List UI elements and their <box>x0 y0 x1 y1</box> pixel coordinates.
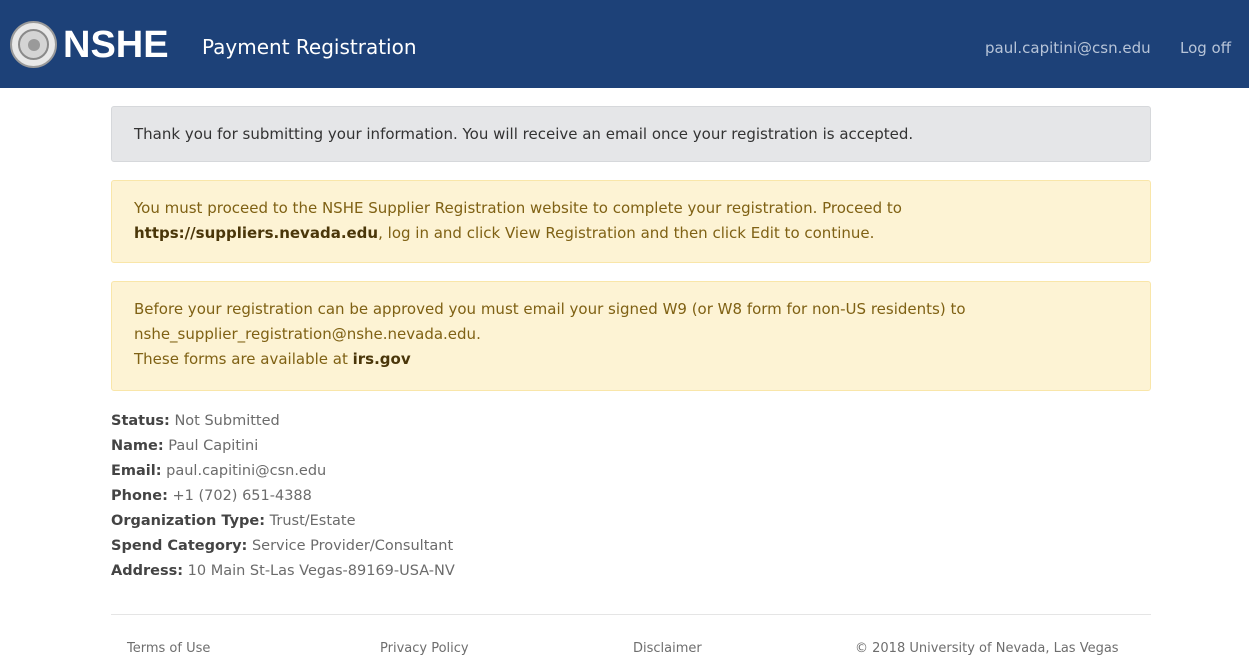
submission-info-text: Thank you for submitting your informatio… <box>134 124 914 143</box>
proceed-line-2-rest: , log in and click View Registration and… <box>378 224 875 242</box>
detail-name: Name: Paul Capitini <box>111 434 811 459</box>
detail-value: Paul Capitini <box>163 438 259 454</box>
seal-ring <box>18 29 49 60</box>
nshe-seal-logo[interactable] <box>10 21 57 68</box>
w9-email: nshe_supplier_registration@nshe.nevada.e… <box>134 325 481 343</box>
detail-label: Spend Category: <box>111 538 248 554</box>
submission-info-alert: Thank you for submitting your informatio… <box>111 106 1151 162</box>
disclaimer-link[interactable]: Disclaimer <box>633 640 702 658</box>
app-title[interactable]: Payment Registration <box>202 34 417 60</box>
detail-email: Email: paul.capitini@csn.edu <box>111 459 811 484</box>
irs-link[interactable]: irs.gov <box>353 350 411 368</box>
suppliers-link[interactable]: https://suppliers.nevada.edu <box>134 224 378 242</box>
detail-status: Status: Not Submitted <box>111 409 811 434</box>
detail-value: +1 (702) 651-4388 <box>167 488 312 504</box>
proceed-warning-alert: You must proceed to the NSHE Supplier Re… <box>111 180 1151 263</box>
detail-label: Name: <box>111 438 164 454</box>
footer-divider <box>111 614 1151 615</box>
terms-of-use-link[interactable]: Terms of Use <box>127 640 210 658</box>
proceed-line-1: You must proceed to the NSHE Supplier Re… <box>134 199 902 217</box>
detail-value: paul.capitini@csn.edu <box>161 463 327 479</box>
proceed-line-2: https://suppliers.nevada.edu, log in and… <box>134 221 1128 246</box>
detail-phone: Phone: +1 (702) 651-4388 <box>111 484 811 509</box>
detail-label: Email: <box>111 463 162 479</box>
detail-value: Trust/Estate <box>265 513 356 529</box>
detail-label: Phone: <box>111 488 168 504</box>
detail-label: Address: <box>111 563 184 579</box>
user-email-link[interactable]: paul.capitini@csn.edu <box>985 38 1151 58</box>
copyright-text: © 2018 University of Nevada, Las Vegas <box>855 641 1119 656</box>
detail-organization-type: Organization Type: Trust/Estate <box>111 509 811 534</box>
detail-value: Not Submitted <box>169 413 280 429</box>
detail-value: 10 Main St-Las Vegas-89169-USA-NV <box>183 563 455 579</box>
detail-spend-category: Spend Category: Service Provider/Consult… <box>111 534 811 559</box>
w9-line-3: These forms are available at irs.gov <box>134 347 1128 372</box>
detail-label: Status: <box>111 413 170 429</box>
detail-address: Address: 10 Main St-Las Vegas-89169-USA-… <box>111 559 811 584</box>
brand-name[interactable]: NSHE <box>63 22 169 68</box>
registration-details: Status: Not Submitted Name: Paul Capitin… <box>111 409 811 584</box>
w9-line-3-prefix: These forms are available at <box>134 350 353 368</box>
detail-label: Organization Type: <box>111 513 266 529</box>
log-off-link[interactable]: Log off <box>1180 38 1231 58</box>
w9-line-1: Before your registration can be approved… <box>134 300 966 318</box>
top-navbar: NSHE Payment Registration paul.capitini@… <box>0 0 1249 88</box>
privacy-policy-link[interactable]: Privacy Policy <box>380 640 469 658</box>
w9-warning-alert: Before your registration can be approved… <box>111 281 1151 391</box>
seal-center <box>27 38 40 51</box>
detail-value: Service Provider/Consultant <box>247 538 454 554</box>
